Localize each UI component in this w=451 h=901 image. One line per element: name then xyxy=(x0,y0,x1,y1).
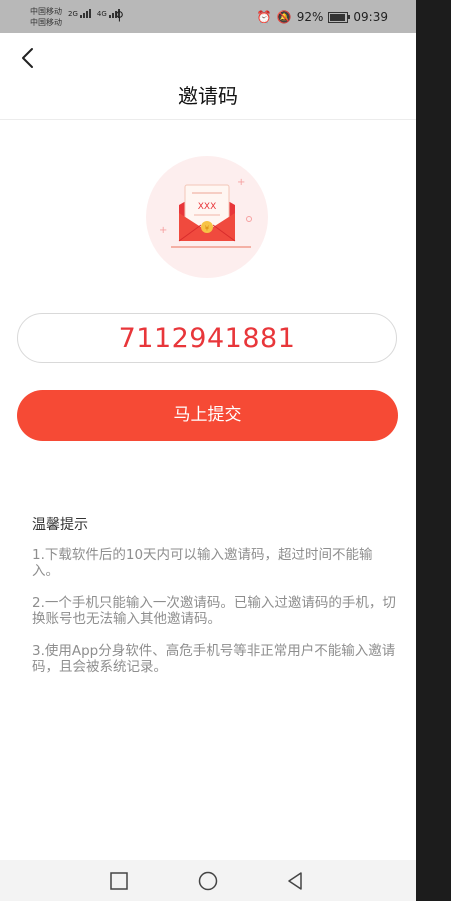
status-bar: 中国移动 中国移动 2G 4G ⚲ ⏰ 🔕 92% 09:39 xyxy=(0,0,416,33)
invite-code-field[interactable] xyxy=(17,313,397,363)
red-envelope-icon: + + XXX ¥ xyxy=(145,155,269,279)
tip-item-2: 2.一个手机只能输入一次邀请码。已输入过邀请码的手机，切换账号也无法输入其他邀请… xyxy=(32,595,396,627)
tip-item-3: 3.使用App分身软件、高危手机号等非正常用户不能输入邀请码，且会被系统记录。 xyxy=(32,643,396,675)
signal-indicators: 2G 4G xyxy=(68,9,120,18)
submit-button[interactable]: 马上提交 xyxy=(17,390,398,441)
square-icon xyxy=(110,872,128,890)
alarm-icon: ⏰ xyxy=(256,10,272,24)
circle-icon xyxy=(198,871,218,891)
usb-icon: ⚲ xyxy=(115,9,124,23)
nav-recent-button[interactable] xyxy=(108,870,130,892)
tip-item-1: 1.下载软件后的10天内可以输入邀请码，超过时间不能输入。 xyxy=(32,547,373,579)
phone-screen: 中国移动 中国移动 2G 4G ⚲ ⏰ 🔕 92% 09:39 邀请码 + + … xyxy=(0,0,416,901)
right-edge-strip xyxy=(416,0,451,901)
svg-text:+: + xyxy=(159,225,167,236)
chevron-left-icon xyxy=(22,48,33,68)
battery-icon xyxy=(328,11,351,23)
triangle-back-icon xyxy=(288,872,302,890)
nav-home-button[interactable] xyxy=(197,870,219,892)
status-time: 09:39 xyxy=(353,10,388,24)
svg-text:¥: ¥ xyxy=(205,225,210,233)
carrier-labels: 中国移动 中国移动 xyxy=(30,6,62,28)
nav-back-button[interactable] xyxy=(284,870,306,892)
carrier-1: 中国移动 xyxy=(30,7,62,16)
svg-text:+: + xyxy=(237,177,245,188)
header-divider xyxy=(0,119,416,120)
status-right: ⏰ 🔕 92% 09:39 xyxy=(257,10,388,24)
tips-title: 温馨提示 xyxy=(32,517,88,533)
network-type-1: 2G xyxy=(68,10,78,18)
signal-icon: 2G xyxy=(68,9,91,18)
envelope-text: XXX xyxy=(198,202,217,212)
battery-percent: 92% xyxy=(296,10,324,24)
carrier-2: 中国移动 xyxy=(30,18,62,27)
back-button[interactable] xyxy=(16,45,42,71)
mute-icon: 🔕 xyxy=(276,10,292,24)
system-nav-bar xyxy=(0,860,416,901)
invite-code-input[interactable] xyxy=(18,314,396,362)
network-type-2: 4G xyxy=(96,10,107,18)
page-title: 邀请码 xyxy=(178,84,238,108)
